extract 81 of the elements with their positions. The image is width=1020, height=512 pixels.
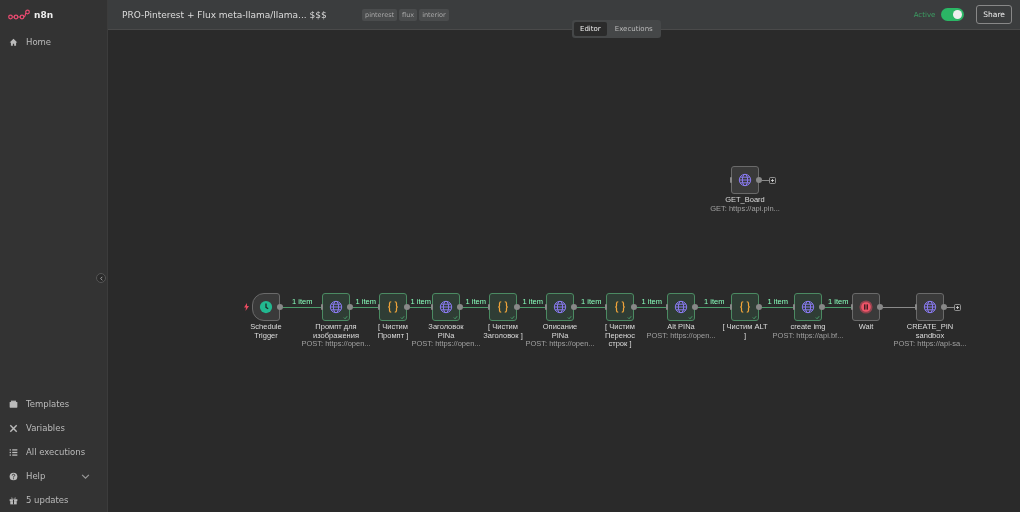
clock-icon: [259, 300, 273, 314]
workflow-node[interactable]: [667, 293, 695, 321]
braces-icon: [738, 300, 752, 314]
sidebar-item[interactable]: All executions: [0, 440, 107, 464]
globe-icon: [923, 300, 937, 314]
workflow-node[interactable]: [606, 293, 634, 321]
input-handle[interactable]: [851, 304, 853, 310]
check-icon: [510, 315, 515, 320]
globe-icon: [674, 300, 688, 314]
check-icon: [453, 315, 458, 320]
output-handle[interactable]: [514, 304, 520, 310]
output-handle[interactable]: [877, 304, 883, 310]
workflow-title[interactable]: PRO-Pinterest + Flux meta-llama/llama... $$$: [122, 9, 362, 20]
output-handle[interactable]: [819, 304, 825, 310]
globe-icon: [801, 300, 815, 314]
check-icon: [567, 315, 572, 320]
input-handle[interactable]: [793, 304, 795, 310]
output-handle[interactable]: [756, 177, 762, 183]
globe-icon: [439, 300, 453, 314]
output-handle[interactable]: [631, 304, 637, 310]
braces-icon: [496, 300, 510, 314]
gift-icon: [9, 495, 18, 505]
input-handle[interactable]: [605, 304, 607, 310]
input-handle[interactable]: [378, 304, 380, 310]
check-icon: [815, 315, 820, 320]
check-icon: [343, 315, 348, 320]
workflow-node[interactable]: [794, 293, 822, 321]
output-handle[interactable]: [277, 304, 283, 310]
output-handle[interactable]: [756, 304, 762, 310]
logo-icon: [8, 9, 30, 21]
collapse-button[interactable]: [96, 273, 106, 283]
workflow-node[interactable]: [489, 293, 517, 321]
input-handle[interactable]: [431, 304, 433, 310]
output-handle[interactable]: [941, 304, 947, 310]
pause-icon: [859, 300, 873, 314]
x-icon: [9, 423, 18, 433]
workflow-node[interactable]: [379, 293, 407, 321]
home-icon: [9, 37, 18, 47]
workflow-node[interactable]: [916, 293, 944, 321]
input-handle[interactable]: [666, 304, 668, 310]
workflow-node[interactable]: [322, 293, 350, 321]
sidebar-item[interactable]: Templates: [0, 392, 107, 416]
globe-icon: [553, 300, 567, 314]
active-toggle[interactable]: [941, 8, 965, 21]
question-icon: [9, 471, 18, 481]
output-handle[interactable]: [571, 304, 577, 310]
globe-icon: [329, 300, 343, 314]
workflow-node[interactable]: [852, 293, 880, 321]
workflow-node[interactable]: [252, 293, 280, 321]
sidebar-item[interactable]: Help: [0, 464, 107, 488]
box-icon: [9, 399, 18, 409]
input-handle[interactable]: [730, 177, 732, 183]
check-icon: [688, 315, 693, 320]
sidebar-item[interactable]: Home: [0, 30, 107, 54]
add-node-icon[interactable]: [769, 176, 776, 184]
braces-icon: [386, 300, 400, 314]
output-handle[interactable]: [347, 304, 353, 310]
workflow-node[interactable]: [546, 293, 574, 321]
globe-icon: [738, 173, 752, 187]
chevron-icon: [98, 275, 104, 281]
input-handle[interactable]: [488, 304, 490, 310]
logo-text: n8n: [34, 10, 54, 20]
sidebar-item[interactable]: 5 updates: [0, 488, 107, 512]
input-handle[interactable]: [915, 304, 917, 310]
output-handle[interactable]: [692, 304, 698, 310]
lightning-icon: [244, 303, 249, 311]
input-handle[interactable]: [730, 304, 732, 310]
output-handle[interactable]: [457, 304, 463, 310]
output-handle[interactable]: [404, 304, 410, 310]
input-handle[interactable]: [545, 304, 547, 310]
braces-icon: [613, 300, 627, 314]
check-icon: [752, 315, 757, 320]
workflow-node[interactable]: [731, 166, 759, 194]
workflow-node[interactable]: [432, 293, 460, 321]
workflow-node[interactable]: [731, 293, 759, 321]
check-icon: [400, 315, 405, 320]
sidebar-item[interactable]: Variables: [0, 416, 107, 440]
list-icon: [9, 447, 18, 457]
check-icon: [627, 315, 632, 320]
input-handle[interactable]: [321, 304, 323, 310]
add-node-icon[interactable]: [954, 303, 961, 311]
